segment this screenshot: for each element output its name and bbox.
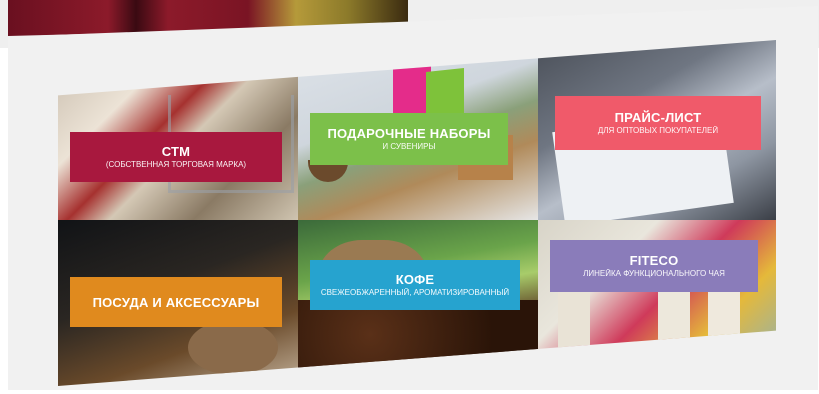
stm-label[interactable]: СТМ (СОБСТВЕННАЯ ТОРГОВАЯ МАРКА) [70, 132, 282, 182]
price-list-label[interactable]: ПРАЙС-ЛИСТ ДЛЯ ОПТОВЫХ ПОКУПАТЕЛЕЙ [555, 96, 761, 150]
tableware-label[interactable]: ПОСУДА И АКСЕССУАРЫ [70, 277, 282, 327]
stm-title: СТМ [161, 144, 191, 159]
teapot-image [188, 320, 278, 375]
category-grid: СТМ (СОБСТВЕННАЯ ТОРГОВАЯ МАРКА) ПОДАРОЧ… [58, 40, 776, 386]
gift-sets-label[interactable]: ПОДАРОЧНЫЕ НАБОРЫ И СУВЕНИРЫ [310, 113, 508, 165]
gift-sets-subtitle: И СУВЕНИРЫ [382, 142, 436, 151]
fiteco-label[interactable]: FITECO ЛИНЕЙКА ФУНКЦИОНАЛЬНОГО ЧАЯ [550, 240, 758, 292]
stm-subtitle: (СОБСТВЕННАЯ ТОРГОВАЯ МАРКА) [105, 160, 247, 169]
gift-sets-title: ПОДАРОЧНЫЕ НАБОРЫ [327, 126, 491, 141]
fiteco-subtitle: ЛИНЕЙКА ФУНКЦИОНАЛЬНОГО ЧАЯ [583, 269, 725, 278]
coffee-title: КОФЕ [395, 272, 435, 287]
coffee-subtitle: СВЕЖЕОБЖАРЕННЫЙ, АРОМАТИЗИРОВАННЫЙ [320, 288, 510, 297]
price-list-subtitle: ДЛЯ ОПТОВЫХ ПОКУПАТЕЛЕЙ [597, 126, 719, 135]
coffee-label[interactable]: КОФЕ СВЕЖЕОБЖАРЕННЫЙ, АРОМАТИЗИРОВАННЫЙ [310, 260, 520, 310]
price-list-title: ПРАЙС-ЛИСТ [614, 110, 702, 125]
fiteco-title: FITECO [629, 253, 679, 268]
tableware-title: ПОСУДА И АКСЕССУАРЫ [92, 294, 260, 310]
